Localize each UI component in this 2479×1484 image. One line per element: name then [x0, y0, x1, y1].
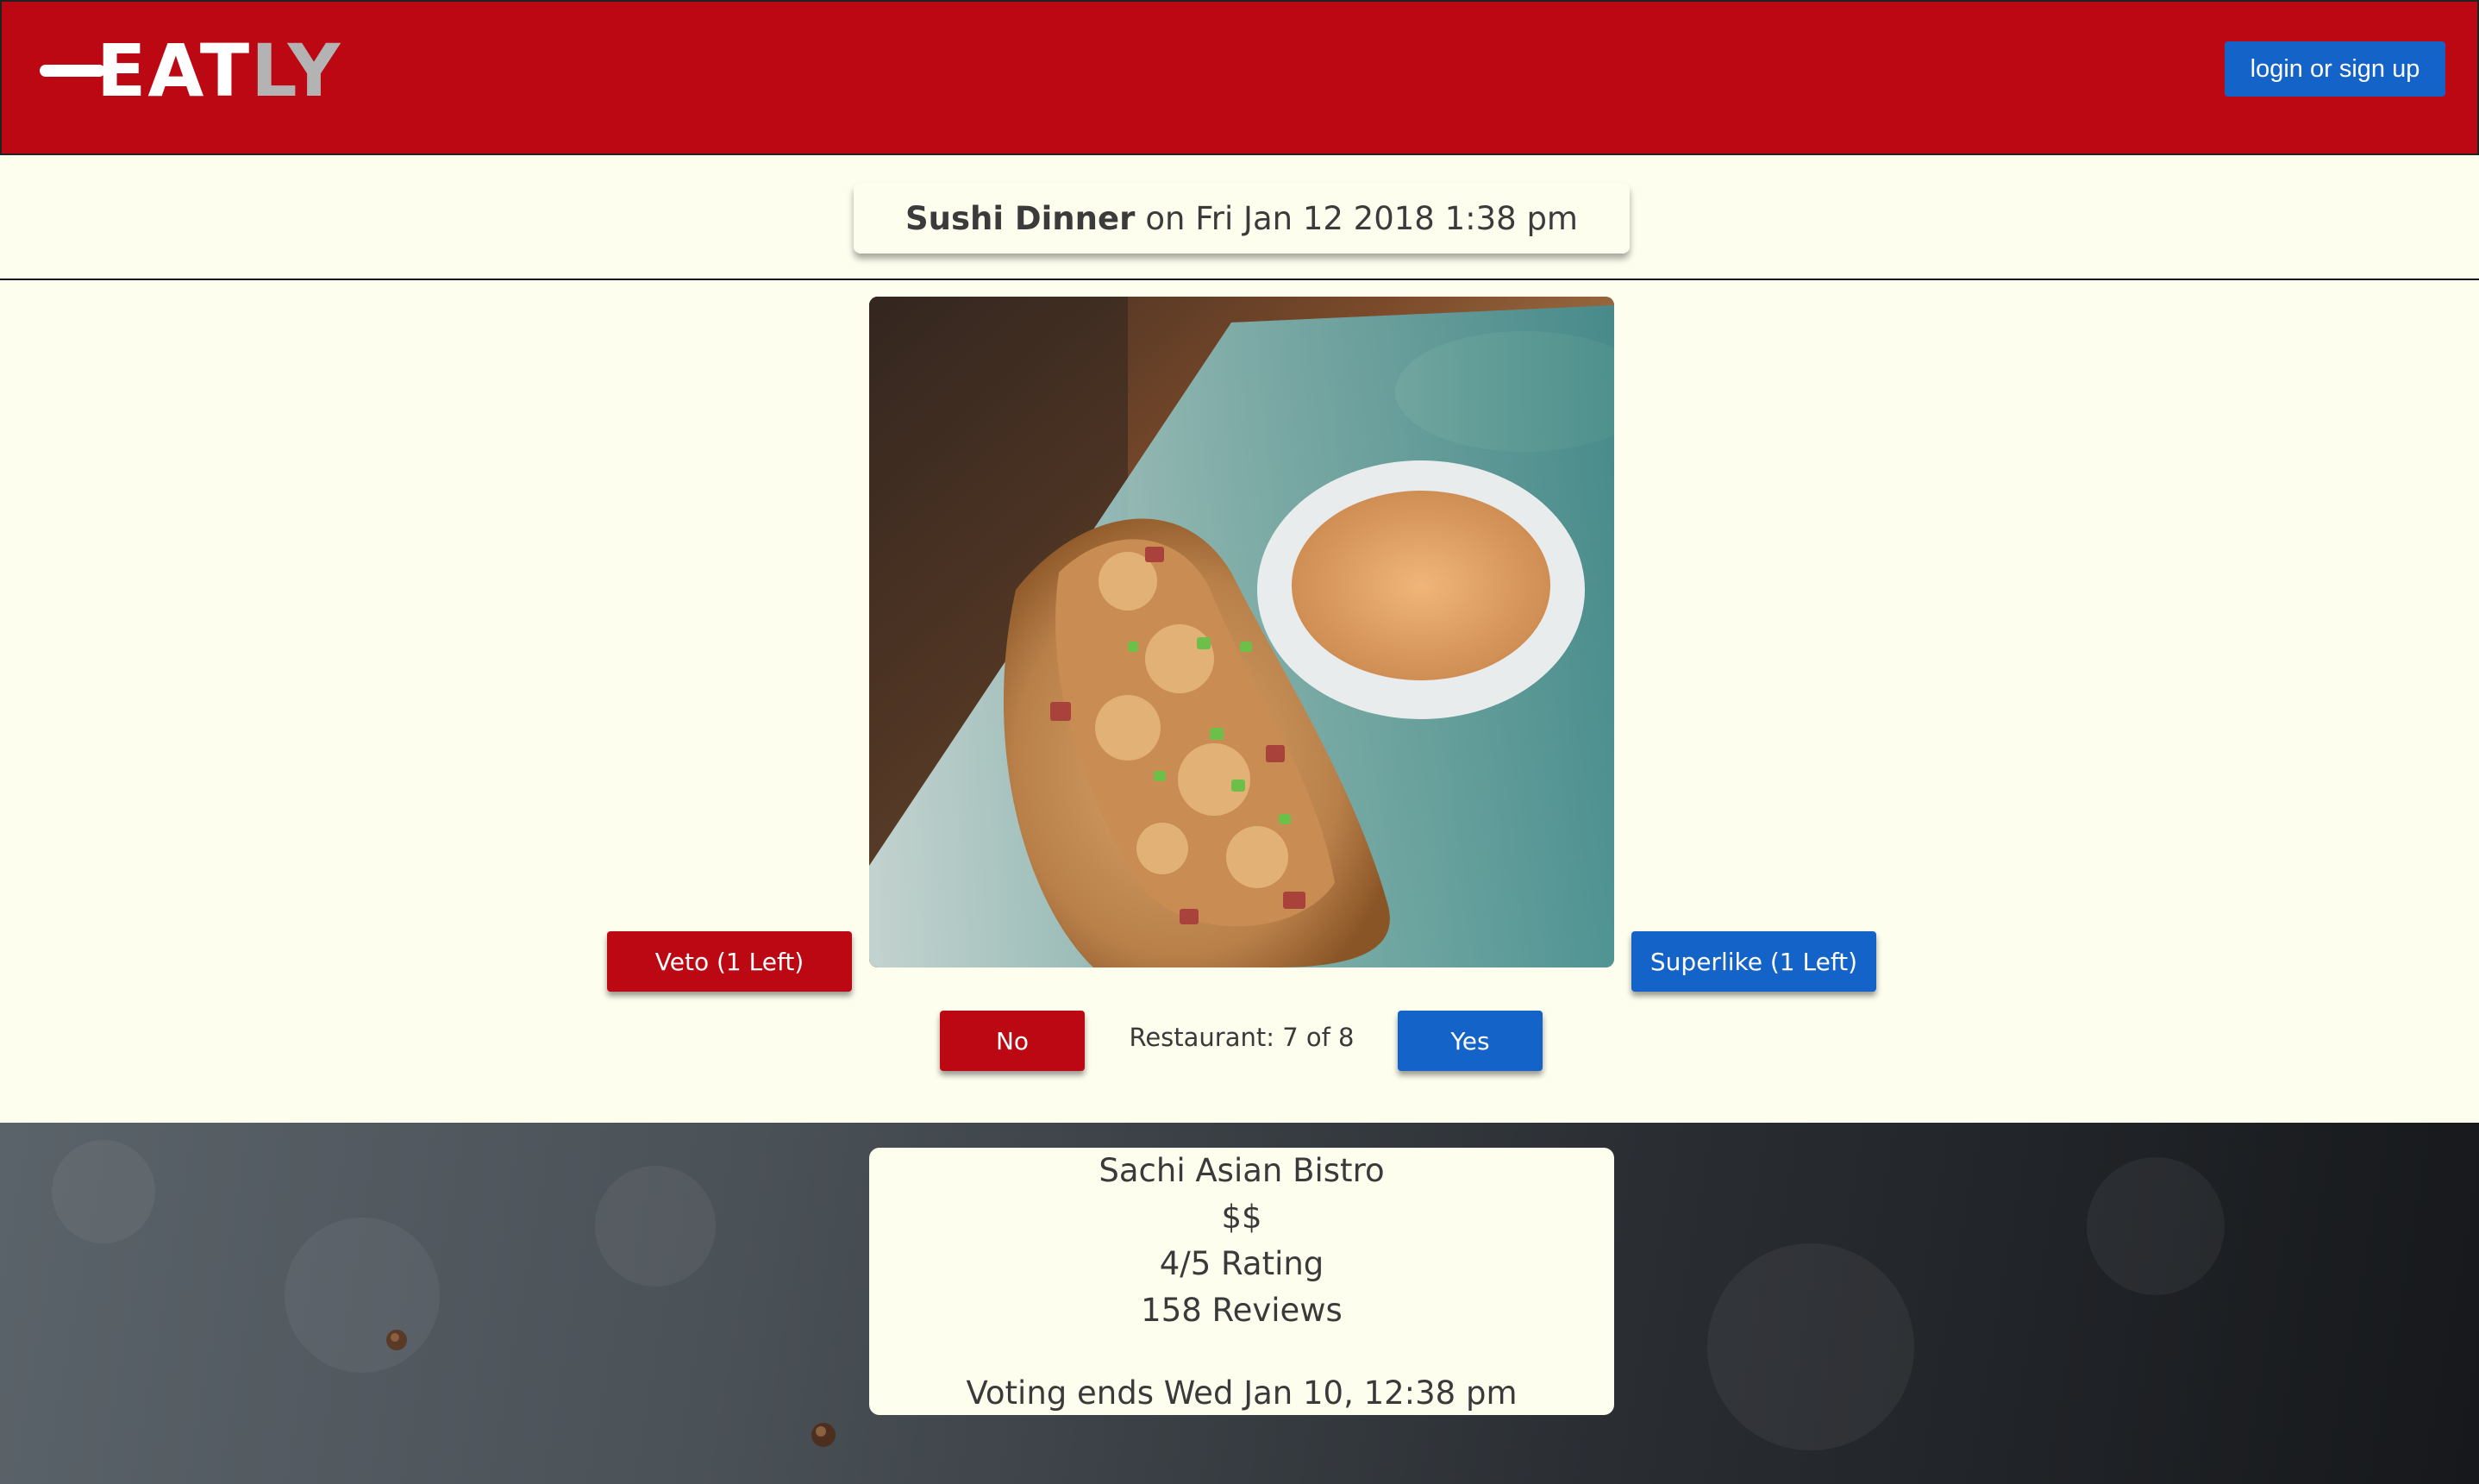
restaurant-rating: 4/5 Rating — [1159, 1245, 1324, 1282]
logo-text-eat: EAT — [97, 28, 252, 113]
restaurant-info-card: Sachi Asian Bistro $$ 4/5 Rating 158 Rev… — [869, 1148, 1614, 1415]
restaurant-counter: Restaurant: 7 of 8 — [1129, 1023, 1355, 1052]
section-divider — [0, 279, 2479, 280]
yes-button[interactable]: Yes — [1398, 1011, 1543, 1071]
event-name: Sushi Dinner — [905, 199, 1136, 237]
no-button[interactable]: No — [940, 1011, 1085, 1071]
superlike-button[interactable]: Superlike (1 Left) — [1631, 931, 1876, 992]
event-date: on Fri Jan 12 2018 1:38 pm — [1145, 199, 1578, 237]
restaurant-reviews: 158 Reviews — [1141, 1292, 1343, 1329]
restaurant-food-photo — [869, 297, 1614, 967]
event-title-card: Sushi Dinner on Fri Jan 12 2018 1:38 pm — [854, 183, 1630, 254]
login-signup-button[interactable]: login or sign up — [2225, 41, 2445, 97]
logo-text-ly: LY — [251, 28, 342, 113]
top-navbar: EATLY login or sign up — [0, 0, 2479, 155]
veto-button[interactable]: Veto (1 Left) — [607, 931, 852, 992]
restaurant-price: $$ — [1221, 1199, 1262, 1236]
logo-wordmark: EATLY — [97, 28, 341, 114]
restaurant-name: Sachi Asian Bistro — [1099, 1152, 1385, 1189]
fork-icon — [40, 65, 105, 77]
voting-deadline: Voting ends Wed Jan 10, 12:38 pm — [966, 1374, 1518, 1412]
